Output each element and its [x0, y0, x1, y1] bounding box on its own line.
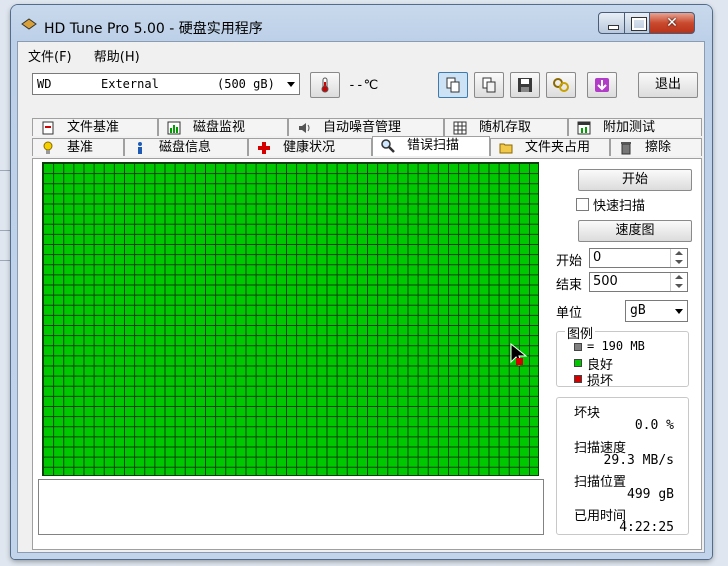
elapsed-time-label: 已用时间 — [574, 509, 627, 524]
unit-label: 单位 — [556, 306, 583, 321]
minimize-button[interactable] — [598, 12, 625, 34]
legend-block-size: = 190 MB — [587, 339, 645, 353]
toolbar: WD External (500 gB) --℃ 退出 — [18, 66, 704, 106]
tab-noise-management[interactable]: 自动噪音管理 — [288, 118, 444, 136]
copy-info-button[interactable] — [438, 72, 468, 98]
download-arrow-icon — [595, 78, 609, 92]
tab-file-benchmark[interactable]: 文件基准 — [32, 118, 158, 136]
tab-random-access[interactable]: 随机存取 — [444, 118, 568, 136]
tab-row-top: 文件基准 磁盘监视 自动噪音管理 随机存取 附加测试 — [32, 118, 702, 136]
title-bar[interactable]: HD Tune Pro 5.00 - 硬盘实用程序 ✕ — [11, 5, 712, 41]
tab-row-bottom: 基准 磁盘信息 健康状况 错误扫描 文件夹占用 擦除 — [32, 136, 702, 156]
hdtune-app-icon — [21, 18, 37, 30]
tab-erase[interactable]: 擦除 — [610, 138, 702, 156]
scan-speed-value: 29.3 MB/s — [603, 453, 674, 468]
chevron-down-icon[interactable] — [283, 74, 299, 94]
start-button[interactable]: 开始 — [578, 169, 692, 191]
red-cross-icon — [258, 142, 270, 154]
options-button[interactable] — [546, 72, 576, 98]
close-icon: ✕ — [666, 15, 678, 31]
app-window: HD Tune Pro 5.00 - 硬盘实用程序 ✕ 文件(F) 帮助(H) … — [11, 5, 712, 559]
bad-blocks-label: 坏块 — [574, 406, 601, 421]
drive-vendor: WD — [37, 77, 52, 91]
quick-scan-label: 快速扫描 — [593, 199, 646, 214]
tab-extra-tests[interactable]: 附加测试 — [568, 118, 702, 136]
elapsed-time-value: 4:22:25 — [619, 520, 674, 535]
end-position-input[interactable]: 500 — [589, 272, 688, 292]
grid-icon — [453, 121, 467, 135]
start-position-input[interactable]: 0 — [589, 248, 688, 268]
drive-select[interactable]: WD External (500 gB) — [32, 73, 300, 95]
magnifier-icon — [381, 139, 395, 153]
menu-file[interactable]: 文件(F) — [28, 46, 72, 65]
mouse-pointer-icon — [510, 343, 528, 366]
legend-group: 图例 = 190 MB 良好 损坏 — [556, 323, 689, 389]
menu-help[interactable]: 帮助(H) — [94, 46, 140, 65]
bad-blocks-value: 0.0 % — [634, 418, 674, 433]
menu-bar: 文件(F) 帮助(H) — [28, 46, 158, 65]
tab-error-scan[interactable]: 错误扫描 — [372, 136, 490, 156]
client-area: 文件(F) 帮助(H) WD External (500 gB) --℃ 退出 … — [17, 41, 705, 553]
close-button[interactable]: ✕ — [649, 12, 695, 34]
legend-bad-label: 损坏 — [587, 374, 614, 389]
file-benchmark-icon — [42, 121, 54, 135]
stats-group: 坏块 0.0 % 扫描速度 29.3 MB/s 扫描位置 499 gB 已用时间… — [556, 397, 689, 535]
save-icon — [518, 78, 532, 92]
lightbulb-icon — [43, 141, 53, 154]
info-icon — [138, 142, 142, 154]
legend-block-swatch — [574, 343, 582, 351]
bar-chart-icon — [167, 121, 181, 135]
clipboard-icon — [482, 77, 496, 93]
start-position-value: 0 — [593, 250, 602, 265]
error-scan-panel: 开始 快速扫描 速度图 开始 0 结束 500 单位 gB 图例 = 190 M… — [32, 158, 702, 550]
temperature-readout: --℃ — [348, 78, 379, 93]
folder-icon — [499, 143, 513, 154]
window-title: HD Tune Pro 5.00 - 硬盘实用程序 — [44, 21, 263, 37]
unit-value: gB — [630, 303, 646, 318]
maximize-button[interactable] — [624, 12, 650, 34]
end-position-value: 500 — [593, 274, 618, 289]
copy-text-button[interactable] — [474, 72, 504, 98]
link-icon — [553, 78, 569, 92]
spin-arrows-icon[interactable] — [670, 273, 687, 291]
spin-arrows-icon[interactable] — [670, 249, 687, 267]
drive-size: (500 gB) — [217, 77, 275, 91]
copy-icon — [446, 77, 460, 93]
scan-position-value: 499 gB — [627, 487, 674, 502]
temperature-button[interactable] — [310, 72, 340, 98]
legend-good-swatch — [574, 359, 582, 367]
thermometer-icon — [321, 77, 329, 93]
end-label: 结束 — [556, 278, 583, 293]
tab-disk-info[interactable]: 磁盘信息 — [124, 138, 248, 156]
chevron-down-icon[interactable] — [671, 301, 687, 321]
scan-block-map — [42, 162, 539, 476]
unit-select[interactable]: gB — [625, 300, 688, 322]
save-button[interactable] — [510, 72, 540, 98]
scan-position-label: 扫描位置 — [574, 475, 627, 490]
tab-health[interactable]: 健康状况 — [248, 138, 372, 156]
exit-button[interactable]: 退出 — [638, 72, 698, 98]
legend-bad-swatch — [574, 375, 582, 383]
start-label: 开始 — [556, 254, 583, 269]
trash-icon — [621, 142, 631, 155]
download-button[interactable] — [587, 72, 617, 98]
speed-map-button[interactable]: 速度图 — [578, 220, 692, 242]
tab-disk-monitor[interactable]: 磁盘监视 — [158, 118, 288, 136]
tab-folder-usage[interactable]: 文件夹占用 — [490, 138, 610, 156]
quick-scan-checkbox[interactable] — [576, 198, 589, 211]
drive-model: External — [101, 77, 159, 91]
tab-benchmark[interactable]: 基准 — [32, 138, 124, 156]
speaker-icon — [299, 123, 310, 133]
window-chart-icon — [577, 121, 591, 135]
scan-log-box[interactable] — [38, 479, 544, 535]
